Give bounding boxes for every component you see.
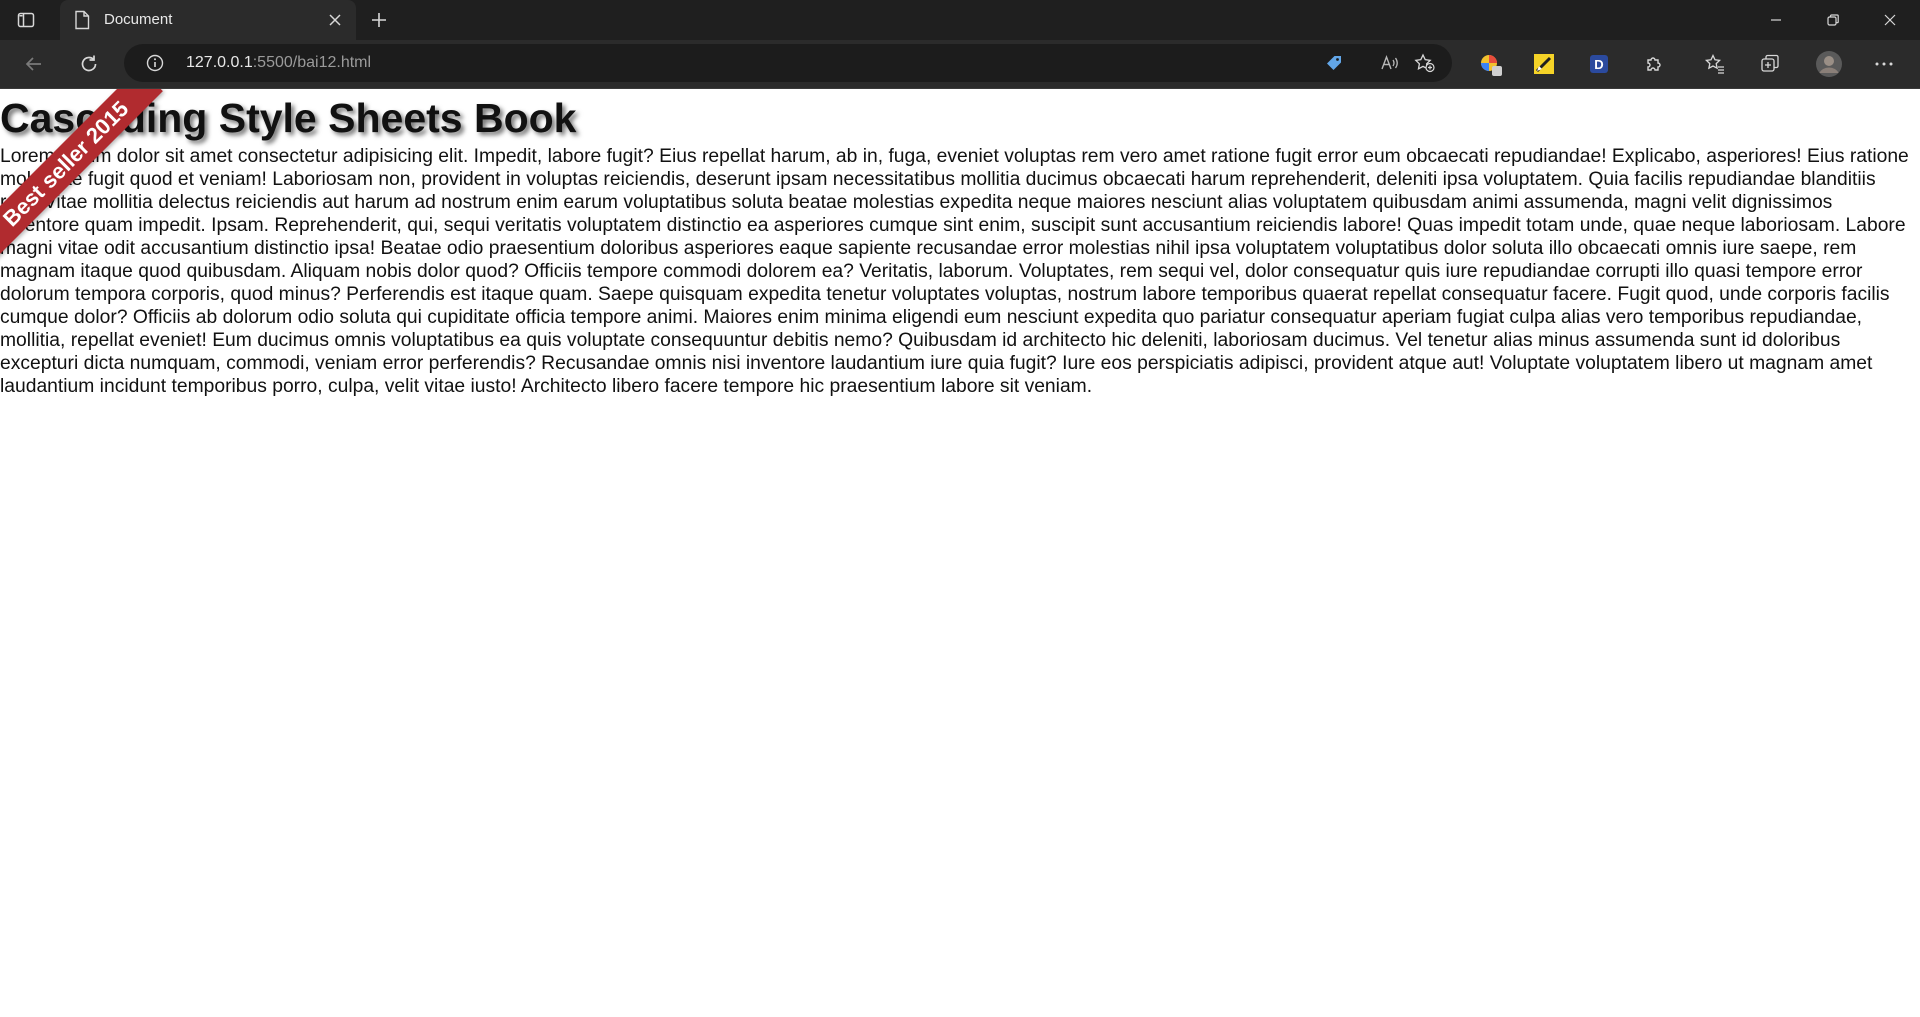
plus-icon[interactable] (370, 11, 388, 29)
minimize-icon[interactable] (1768, 12, 1784, 28)
close-icon[interactable] (328, 13, 342, 27)
color-picker-extension-icon[interactable] (1479, 53, 1502, 76)
restore-icon[interactable] (1825, 12, 1841, 28)
read-aloud-icon[interactable] (1380, 53, 1400, 73)
tab-bar: Document (0, 0, 1920, 40)
sidebar-toggle-icon[interactable] (16, 10, 36, 30)
address-bar[interactable]: 127.0.0.1:5500/bai12.html (124, 44, 1452, 82)
tab-document[interactable]: Document (60, 0, 356, 40)
info-icon[interactable] (146, 54, 164, 72)
close-icon[interactable] (1882, 12, 1898, 28)
tag-icon[interactable] (1324, 53, 1344, 73)
collections-icon[interactable] (1759, 53, 1781, 75)
url-text[interactable]: 127.0.0.1:5500/bai12.html (186, 54, 371, 72)
d-extension-icon[interactable]: D (1588, 53, 1610, 75)
puzzle-icon[interactable] (1643, 53, 1665, 75)
document-icon (74, 10, 90, 30)
more-icon[interactable] (1873, 53, 1895, 75)
refresh-icon[interactable] (78, 53, 100, 75)
avatar[interactable] (1816, 51, 1842, 77)
star-plus-icon[interactable] (1414, 53, 1435, 73)
toolbar: 127.0.0.1:5500/bai12.html D (0, 40, 1920, 114)
page-content: Cascading Style Sheets Book Lorem ipsum … (0, 89, 1920, 1017)
extension-badge-letter: D (1594, 57, 1603, 72)
url-path: :5500/bai12.html (252, 54, 372, 71)
back-arrow-icon[interactable] (23, 53, 45, 75)
body-paragraph: Lorem ipsum dolor sit amet consectetur a… (0, 146, 1909, 397)
favorites-icon[interactable] (1704, 53, 1726, 75)
tab-title: Document (104, 11, 173, 28)
pencil-extension-icon[interactable] (1533, 53, 1555, 75)
url-host: 127.0.0.1 (186, 54, 253, 71)
